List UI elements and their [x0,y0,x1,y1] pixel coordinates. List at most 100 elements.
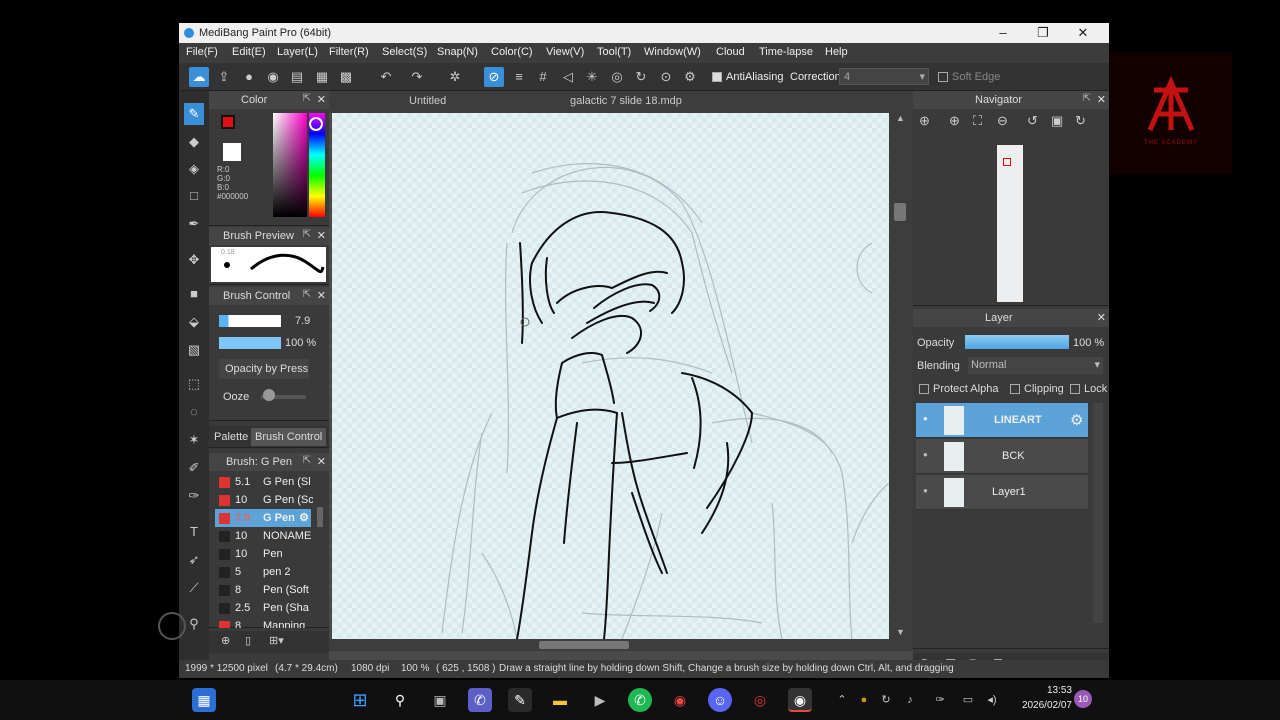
horizontal-scrollbar[interactable] [329,639,913,651]
menu-cloud[interactable]: Cloud [716,46,745,58]
volume-icon[interactable]: ◂) [980,688,1004,712]
blending-select[interactable]: Normal ▾ [968,357,1103,374]
divide-tool-icon[interactable]: ⟋ [184,577,204,599]
layer-item-lineart[interactable]: ● LINEART ⚙ [916,403,1088,438]
vertical-scrollbar[interactable]: ▲ ▼ [889,113,913,639]
float-icon[interactable]: ⇱ [303,93,311,104]
text-tool-icon[interactable]: T [184,521,204,543]
parallel-snap-icon[interactable]: ≡ [509,67,529,87]
layer-scrollbar[interactable] [1093,403,1103,623]
menu-help[interactable]: Help [825,46,848,58]
snap-off-icon[interactable]: ⊘ [484,67,504,87]
brush-size-slider[interactable] [219,315,281,327]
primary-color-swatch[interactable] [221,115,235,129]
notification-badge[interactable]: 10 [1074,690,1092,708]
float-icon[interactable]: ⇱ [303,229,311,240]
dot-tool-icon[interactable]: ◈ [184,158,204,180]
add-brush-icon[interactable]: ⊕ [221,634,230,647]
close-button[interactable]: ✕ [1063,23,1103,43]
select-pen-icon[interactable]: ✐ [184,457,204,479]
brush-list-scrollbar[interactable] [317,507,323,527]
layer-item-layer1[interactable]: ● Layer1 [916,475,1088,510]
widgets-icon[interactable]: ▦ [192,688,216,712]
float-icon[interactable]: ⇱ [303,289,311,300]
eyedropper-tool-icon[interactable]: ⚲ [184,613,204,635]
tab-untitled[interactable]: Untitled [409,95,446,107]
menu-edit[interactable]: Edit(E) [232,46,266,58]
visibility-icon[interactable]: ● [923,450,928,459]
brush-item[interactable]: 5 pen 2 [215,563,311,581]
rotate-left-icon[interactable]: ↺ [1027,113,1038,129]
rotate-right-icon[interactable]: ↻ [1075,113,1086,129]
layer-item-bck[interactable]: ● BCK [916,439,1088,474]
gear-icon[interactable]: ⚙ [1070,411,1083,429]
hue-handle[interactable] [309,117,323,131]
redo-icon[interactable]: ↷ [407,67,427,87]
operation-tool-icon[interactable]: ➶ [184,549,204,571]
network-icon[interactable]: ▭ [956,688,980,712]
close-icon[interactable]: ✕ [317,455,326,468]
copy-brush-icon[interactable]: ▯ [245,634,251,647]
brush-item[interactable]: 10 Pen [215,545,311,563]
tray-chevron-icon[interactable]: ⌃ [830,688,854,712]
gradient-tool-icon[interactable]: ▧ [184,339,204,361]
page-icon[interactable]: ▤ [287,67,307,87]
fill-square-icon[interactable]: ■ [184,283,204,305]
search-icon[interactable]: ⚲ [388,688,412,712]
fit-icon[interactable]: ⛶ [973,113,982,129]
menu-select[interactable]: Select(S) [382,46,427,58]
recorder-icon[interactable]: ◎ [748,688,772,712]
drawing-canvas[interactable] [332,113,889,639]
pen-icon[interactable]: ✑ [928,688,952,712]
move-tool-icon[interactable]: ✥ [184,249,204,271]
brush-item[interactable]: 10 NONAME [215,527,311,545]
perspective-snap-icon[interactable]: ◁ [558,67,578,87]
navigator-viewport[interactable] [1003,158,1011,166]
menu-file[interactable]: File(F) [186,46,218,58]
protect-alpha-checkbox[interactable] [919,384,929,395]
brush-opacity-slider[interactable] [219,337,281,349]
menu-timelapse[interactable]: Time-lapse [759,46,813,58]
clipping-checkbox[interactable] [1010,384,1020,395]
brush-tool-icon[interactable]: ✎ [184,103,204,125]
medibang-taskbar-icon[interactable]: ✎ [508,688,532,712]
chrome-icon[interactable]: ◉ [668,688,692,712]
brush-item[interactable]: 10 G Pen (Sc [215,491,313,509]
menu-snap[interactable]: Snap(N) [437,46,478,58]
rectangle-tool-icon[interactable]: □ [184,185,204,207]
horizontal-scroll-thumb[interactable] [539,641,629,649]
correction-select[interactable]: 4 ▾ [839,68,929,85]
brush-item[interactable]: 2.5 Pen (Sha [215,599,311,617]
snap-settings-icon[interactable]: ⚙ [680,67,700,87]
eraser-tool-icon[interactable]: ◆ [184,131,204,153]
scroll-up-icon[interactable]: ▲ [896,113,905,123]
curve-snap-icon[interactable]: ↻ [631,67,651,87]
windows-start-icon[interactable]: ⊞ [348,688,372,712]
tab-brush-control[interactable]: Brush Control [251,428,327,446]
circle-snap-icon[interactable]: ◎ [607,67,627,87]
whatsapp-icon[interactable]: ✆ [628,688,652,712]
close-icon[interactable]: ✕ [317,93,326,106]
select-eraser-icon[interactable]: ✑ [184,485,204,507]
saturation-value-picker[interactable] [273,113,307,217]
task-view-icon[interactable]: ▣ [428,688,452,712]
navigator-thumbnail[interactable] [997,145,1023,302]
layer-opacity-slider[interactable] [965,335,1069,349]
tray-sync-icon[interactable]: ↻ [874,688,898,712]
brush-item[interactable]: 8 Mapping [215,617,311,628]
tray-app-icon[interactable]: ● [852,688,876,712]
brush-item[interactable]: 8 Pen (Soft [215,581,311,599]
secondary-color-swatch[interactable] [223,143,241,161]
menu-layer[interactable]: Layer(L) [277,46,318,58]
discord-icon[interactable]: ☺ [708,688,732,712]
chrome-active-icon[interactable]: ◉ [788,688,812,712]
gear-icon[interactable]: ⚙ [299,511,309,524]
float-icon[interactable]: ⇱ [303,455,311,466]
grid-panel-icon[interactable]: ▦ [312,67,332,87]
float-icon[interactable]: ⇱ [1083,93,1091,104]
menu-filter[interactable]: Filter(R) [329,46,369,58]
menu-color[interactable]: Color(C) [491,46,533,58]
opacity-by-pressure-toggle[interactable]: Opacity by Press [219,359,309,379]
transform-icon[interactable]: ✲ [445,67,465,87]
lasso-tool-icon[interactable]: ◌ [184,401,204,423]
